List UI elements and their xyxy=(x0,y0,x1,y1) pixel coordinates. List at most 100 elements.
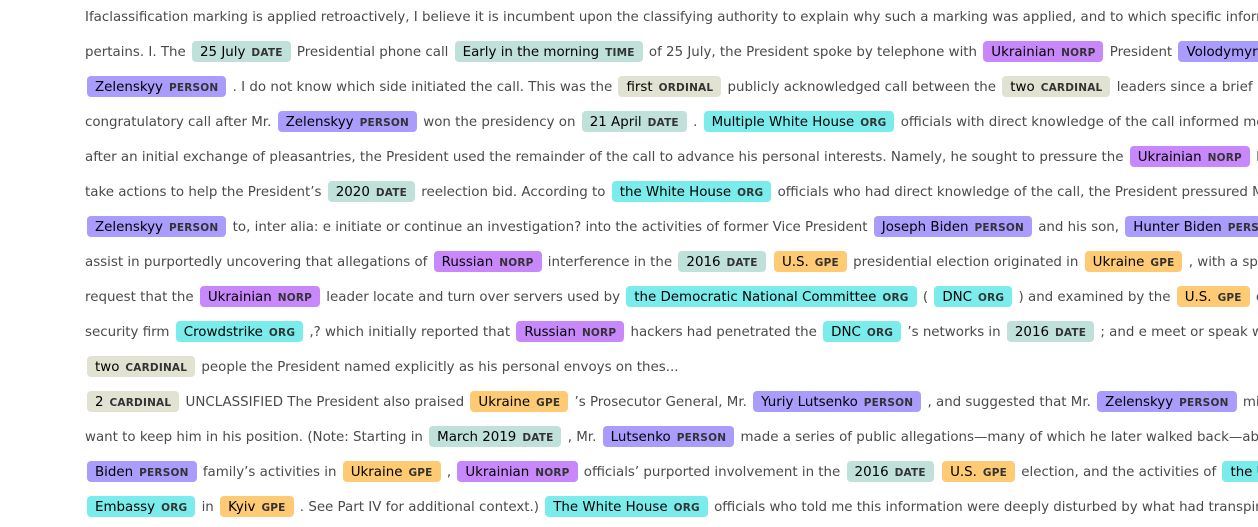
entity-date: 25 July DATE xyxy=(192,41,291,62)
entity-gpe: Ukraine GPE xyxy=(342,461,441,482)
entity-label: ORG xyxy=(882,292,909,304)
text-line: after an initial exchange of pleasantrie… xyxy=(85,140,1258,175)
entity-text: Ukraine xyxy=(1092,255,1145,270)
entity-label: PERSON xyxy=(168,222,219,234)
entity-gpe: U.S. GPE xyxy=(942,461,1015,482)
text-segment: , and suggested that Mr. xyxy=(923,395,1096,410)
entity-label: PERSON xyxy=(1227,222,1258,234)
entity-label: PERSON xyxy=(168,82,219,94)
entity-text: DNC xyxy=(831,325,861,340)
entity-text: Ukrainian xyxy=(207,290,272,305)
text-line: 2 CARDINAL UNCLASSIFIED The President als… xyxy=(85,385,1258,420)
text-segment xyxy=(936,465,940,480)
text-segment: officials who had direct knowledge of th… xyxy=(773,185,1258,200)
text-segment: , xyxy=(442,465,456,480)
text-segment: election, and the activities of xyxy=(1016,465,1221,480)
text-segment: pertains. I. The xyxy=(85,45,191,60)
entity-date: 2016 DATE xyxy=(1006,321,1095,342)
entity-gpe: U.S. GPE xyxy=(1176,286,1250,307)
entity-ordinal: first ORDINAL xyxy=(618,76,722,97)
text-line: Ifaclassification marking is applied ret… xyxy=(85,0,1258,35)
entity-label: NORP xyxy=(277,292,313,304)
entity-label: ORG xyxy=(161,502,188,514)
entity-person: Joseph Biden PERSON xyxy=(873,216,1032,237)
entity-label: DATE xyxy=(1054,327,1087,339)
entity-text: U.S. xyxy=(1184,290,1212,305)
text-line: assist in purportedly uncovering that al… xyxy=(85,245,1258,280)
entity-label: PERSON xyxy=(139,467,189,479)
text-segment: ’s Prosecutor General, Mr. xyxy=(570,395,752,410)
text-segment: leader to xyxy=(1252,150,1258,165)
text-segment: to, inter alia: e initiate or continue a… xyxy=(228,220,872,235)
entity-label: PERSON xyxy=(676,432,727,444)
entity-text: the U.S. xyxy=(1230,465,1258,480)
entity-text: Russian xyxy=(441,255,494,270)
entity-date: 2020 DATE xyxy=(327,181,416,202)
entity-text: Ukrainian xyxy=(1137,150,1202,165)
text-segment: , with a specific xyxy=(1188,255,1258,270)
entity-text: Ukraine xyxy=(478,395,531,410)
entity-label: NORP xyxy=(581,327,617,339)
entity-label: DATE xyxy=(894,467,926,479)
entity-text: Ukrainian xyxy=(991,45,1056,60)
entity-text: Volodymyr xyxy=(1186,45,1258,60)
text-segment: people the President named explicitly as… xyxy=(197,360,679,375)
entity-label: DATE xyxy=(522,432,554,444)
text-segment: ,? which initially reported that xyxy=(305,325,515,340)
entity-label: PERSON xyxy=(974,222,1024,234)
entity-org: Embassy ORG xyxy=(87,496,196,517)
text-segment: ) and examined by the xyxy=(1014,290,1175,305)
text-segment: assist in purportedly uncovering that al… xyxy=(85,255,432,270)
entity-text: the Democratic National Committee xyxy=(634,290,877,305)
text-segment: interference in the xyxy=(543,255,677,270)
entity-org: the U.S. xyxy=(1222,461,1258,482)
entity-text: The White House xyxy=(553,500,668,515)
entity-text: Russian xyxy=(524,325,576,340)
entity-label: NORP xyxy=(535,467,570,479)
text-segment: request that the xyxy=(85,290,198,305)
text-segment: congratulatory call after Mr. xyxy=(85,115,276,130)
entity-text: two xyxy=(95,360,120,375)
entity-text: 25 July xyxy=(200,45,246,60)
entity-norp: Russian NORP xyxy=(516,321,625,342)
text-segment: want to keep him in his position. (Note:… xyxy=(85,430,428,445)
text-segment: Presidential phone call xyxy=(292,45,453,60)
text-segment: in xyxy=(197,500,219,515)
entity-norp: Ukrainian NORP xyxy=(1129,146,1250,167)
text-line: two CARDINAL people the President named e… xyxy=(85,350,1243,385)
text-segment: ( xyxy=(918,290,933,305)
text-segment: . See Part IV for additional context.) xyxy=(295,500,544,515)
entity-label: ORG xyxy=(268,327,296,339)
entity-text: Crowdstrike xyxy=(183,325,263,340)
entity-gpe: Kyiv GPE xyxy=(220,496,294,517)
entity-person: Yuriy Lutsenko PERSON xyxy=(753,391,922,412)
ner-text-view: Ifaclassification marking is applied ret… xyxy=(85,0,1258,525)
entity-text: 21 April xyxy=(589,115,642,130)
entity-text: U.S. xyxy=(950,465,977,480)
entity-label: PERSON xyxy=(863,397,914,409)
entity-org: DNC ORG xyxy=(934,286,1013,307)
entity-gpe: Ukraine GPE xyxy=(1084,251,1183,272)
text-line: Zelenskyy PERSON to, inter alia: e initia… xyxy=(85,210,1258,245)
entity-text: Ukrainian xyxy=(465,465,530,480)
entity-date: 2016 DATE xyxy=(846,461,934,482)
text-segment: , Mr. xyxy=(563,430,601,445)
entity-label: ORG xyxy=(866,327,894,339)
entity-text: Early in the morning xyxy=(462,45,600,60)
text-line: take actions to help the President’s 202… xyxy=(85,175,1258,210)
entity-person: Zelenskyy PERSON xyxy=(87,76,227,97)
entity-person: Lutsenko PERSON xyxy=(602,426,735,447)
entity-person: Zelenskyy PERSON xyxy=(1097,391,1237,412)
entity-label: DATE xyxy=(647,117,679,129)
text-segment: hackers had penetrated the xyxy=(626,325,822,340)
entity-org: the White House ORG xyxy=(611,181,772,202)
text-line: security firm Crowdstrike ORG ,? which in… xyxy=(85,315,1258,350)
text-segment: . xyxy=(688,115,702,130)
text-line: pertains. I. The 25 July DATE Presidentia… xyxy=(85,35,1258,70)
entity-text: Lutsenko xyxy=(610,430,671,445)
text-segment: of 25 July, the President spoke by telep… xyxy=(644,45,982,60)
text-line: Biden PERSON family’s activities in Ukrai… xyxy=(85,455,1258,490)
text-segment: security firm xyxy=(85,325,174,340)
text-segment: UNCLASSIFIED The President also praised xyxy=(181,395,469,410)
entity-label: NORP xyxy=(1061,47,1096,59)
